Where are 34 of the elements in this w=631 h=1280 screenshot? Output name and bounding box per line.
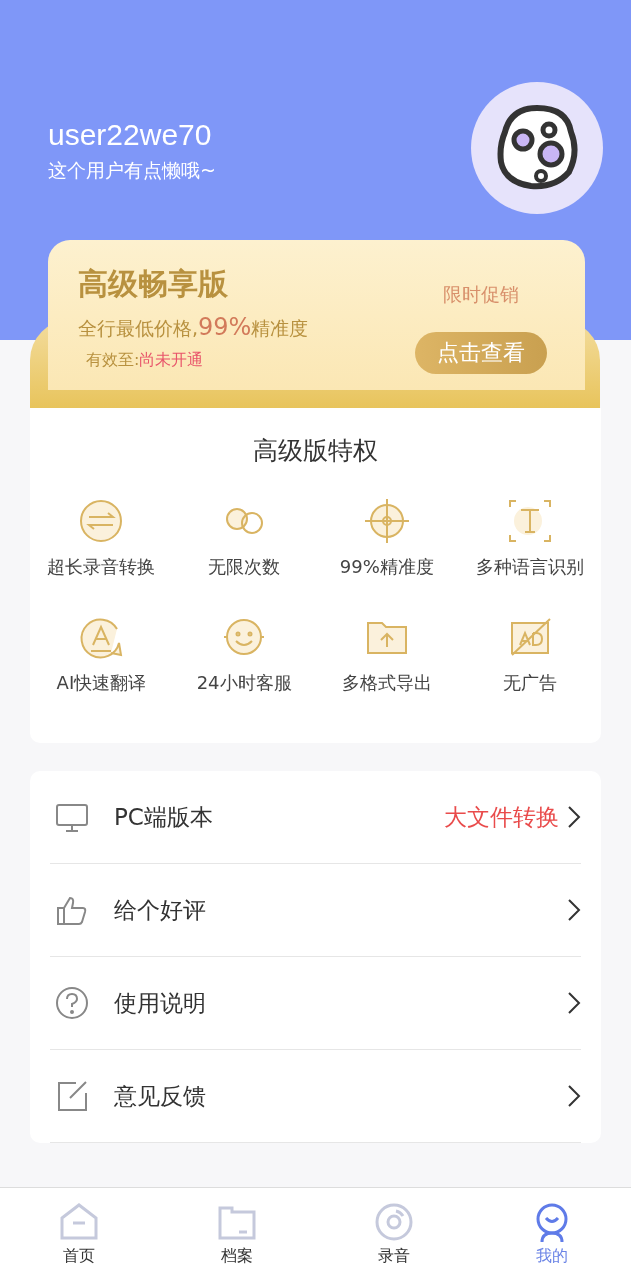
feature-label: 超长录音转换 bbox=[47, 555, 156, 579]
feature-label: 24小时客服 bbox=[196, 671, 292, 695]
crosshair-icon bbox=[362, 497, 411, 545]
chevron-right-icon bbox=[567, 991, 581, 1015]
chevron-right-icon bbox=[567, 898, 581, 922]
feature-label: 无广告 bbox=[502, 671, 557, 695]
vip-title: 高级畅享版 bbox=[78, 265, 229, 303]
username: user22we70 bbox=[48, 118, 213, 152]
menu-item[interactable]: PC端版本 大文件转换 bbox=[50, 771, 581, 864]
menu-note: 大文件转换 bbox=[444, 802, 559, 832]
menu-item[interactable]: 给个好评 bbox=[50, 864, 581, 957]
help-icon bbox=[54, 985, 90, 1021]
tab[interactable]: 首页 bbox=[0, 1188, 158, 1280]
feature-label: 无限次数 bbox=[208, 555, 281, 579]
avatar-icon[interactable] bbox=[471, 82, 603, 214]
chevron-right-icon bbox=[567, 1084, 581, 1108]
feature-label: 多格式导出 bbox=[341, 671, 432, 695]
menu-item[interactable]: 意见反馈 bbox=[50, 1050, 581, 1143]
home-icon bbox=[58, 1202, 99, 1242]
validity-value: 尚未开通 bbox=[139, 350, 204, 369]
tab[interactable]: 我的 bbox=[473, 1188, 631, 1280]
user-bio: 这个用户有点懒哦~ bbox=[48, 158, 216, 183]
validity-label: 有效至: bbox=[86, 350, 140, 369]
feature-label: 多种语言识别 bbox=[475, 555, 584, 579]
promo-text: 限时促销 bbox=[443, 282, 519, 307]
feature-label: AI快速翻译 bbox=[56, 671, 147, 695]
chevron-right-icon bbox=[567, 805, 581, 829]
feature-label: 99%精准度 bbox=[339, 555, 434, 579]
menu-item[interactable]: 使用说明 bbox=[50, 957, 581, 1050]
tab[interactable]: 录音 bbox=[315, 1188, 474, 1280]
vip-subtitle: 全行最低价格,99%精准度 bbox=[78, 313, 309, 342]
disc-icon bbox=[374, 1202, 415, 1242]
tab[interactable]: 档案 bbox=[157, 1188, 316, 1280]
privileges-title: 高级版特权 bbox=[252, 435, 379, 467]
